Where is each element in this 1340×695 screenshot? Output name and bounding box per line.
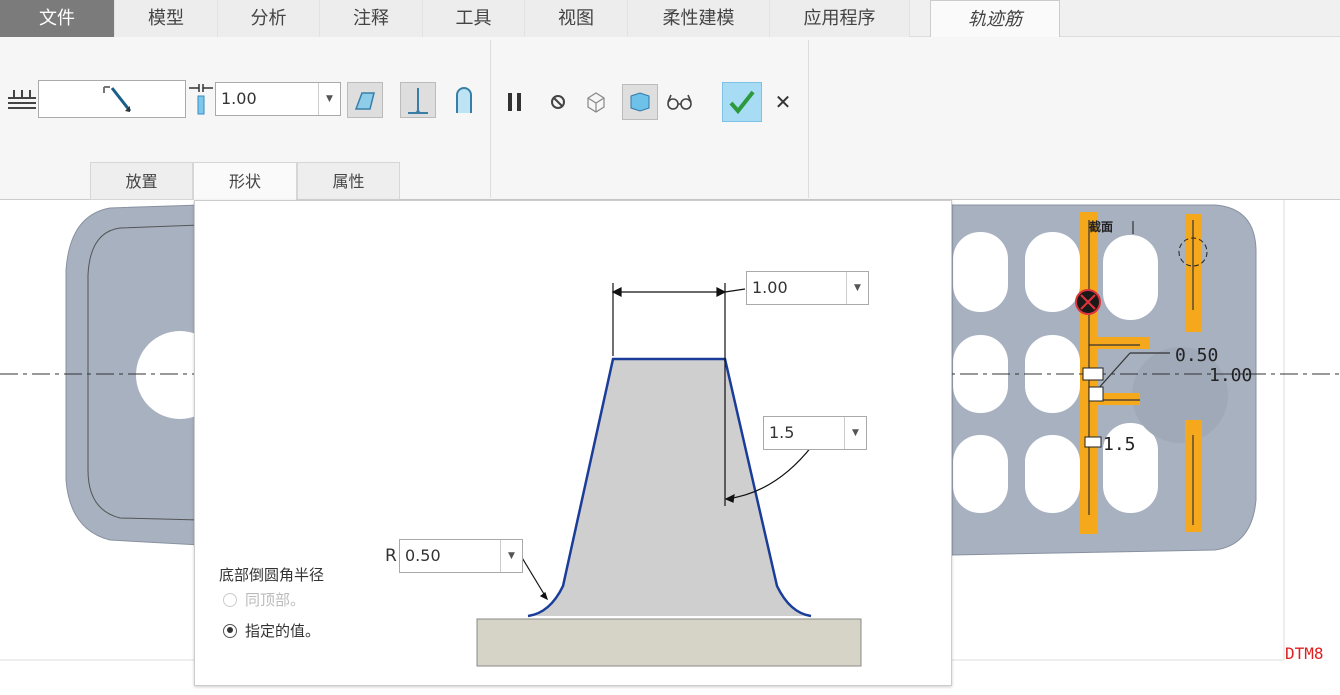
dim-label-15[interactable]: 1.5 bbox=[1103, 434, 1136, 455]
chevron-down-icon[interactable]: ▼ bbox=[318, 83, 340, 115]
datum-label: DTM8 bbox=[1285, 644, 1324, 663]
placement-side-icon[interactable] bbox=[8, 88, 36, 116]
no-preview-icon bbox=[551, 95, 565, 109]
dim-label-100[interactable]: 1.00 bbox=[1209, 365, 1252, 386]
tab-analysis[interactable]: 分析 bbox=[218, 0, 320, 37]
divider bbox=[490, 40, 491, 198]
top-width-input[interactable]: 1.00 ▼ bbox=[746, 271, 869, 305]
chevron-down-icon[interactable]: ▼ bbox=[846, 272, 868, 304]
verify-preview-button[interactable] bbox=[622, 84, 658, 120]
base-surface bbox=[476, 618, 862, 667]
ribbon-tab-bar: 文件 模型 分析 注释 工具 视图 柔性建模 应用程序 轨迹筋 bbox=[0, 0, 1340, 38]
thickness-icon bbox=[188, 84, 214, 120]
rib-section bbox=[528, 359, 811, 616]
tab-annotate[interactable]: 注释 bbox=[320, 0, 423, 37]
tab-view[interactable]: 视图 bbox=[525, 0, 628, 37]
tab-tools[interactable]: 工具 bbox=[423, 0, 525, 37]
pause-icon bbox=[508, 93, 521, 111]
radius-prefix: R bbox=[385, 546, 397, 566]
add-taper-button[interactable] bbox=[347, 82, 383, 118]
rib-profile-icon bbox=[408, 88, 428, 114]
draft-angle-value: 1.5 bbox=[769, 423, 795, 442]
radio-label: 指定的值。 bbox=[245, 622, 321, 640]
divider bbox=[808, 40, 809, 198]
checkmark-icon bbox=[729, 90, 755, 115]
thickness-value: 1.00 bbox=[221, 89, 257, 108]
section-label: 截面 bbox=[1089, 219, 1113, 234]
radio-specified-value[interactable]: 指定的值。 bbox=[223, 620, 320, 641]
subtab-placement[interactable]: 放置 bbox=[90, 162, 193, 200]
radio-circle bbox=[223, 623, 237, 638]
top-width-value: 1.00 bbox=[752, 278, 788, 297]
add-fillet-bottom-button[interactable] bbox=[400, 82, 436, 118]
shape-panel: 1.00 ▼ 1.5 ▼ R 0.50 ▼ 底部倒圆角半径 同顶部。 指定的值。 bbox=[194, 200, 952, 686]
bottom-radius-input[interactable]: 0.50 ▼ bbox=[399, 539, 523, 573]
wireframe-icon bbox=[587, 92, 605, 113]
subtab-properties[interactable]: 属性 bbox=[297, 162, 400, 200]
close-icon: ✕ bbox=[774, 90, 792, 114]
radio-same-as-top[interactable]: 同顶部。 bbox=[223, 589, 305, 610]
chevron-down-icon[interactable]: ▼ bbox=[500, 540, 522, 572]
draft-angle-input[interactable]: 1.5 ▼ bbox=[763, 416, 867, 450]
ok-button[interactable] bbox=[722, 82, 762, 122]
add-fillet-top-button[interactable] bbox=[446, 82, 482, 118]
bottom-radius-label: 底部倒圆角半径 bbox=[219, 566, 325, 584]
chevron-down-icon[interactable]: ▼ bbox=[844, 417, 866, 449]
tab-model[interactable]: 模型 bbox=[115, 0, 218, 37]
separate-preview-button[interactable] bbox=[578, 84, 614, 120]
pause-button[interactable] bbox=[497, 84, 533, 120]
round-top-icon bbox=[456, 87, 472, 113]
subtab-shape[interactable]: 形状 bbox=[193, 162, 297, 200]
flip-direction-box[interactable] bbox=[38, 80, 186, 118]
shaded-preview-icon bbox=[630, 92, 650, 112]
radio-circle bbox=[223, 592, 237, 607]
glasses-icon bbox=[667, 94, 692, 110]
preview-glasses-button[interactable] bbox=[662, 84, 698, 120]
thickness-input[interactable]: 1.00 ▼ bbox=[215, 82, 341, 116]
bottom-radius-value: 0.50 bbox=[405, 546, 441, 565]
tab-applications[interactable]: 应用程序 bbox=[770, 0, 910, 37]
tab-trajectory-rib[interactable]: 轨迹筋 bbox=[930, 0, 1060, 38]
taper-solid-icon bbox=[354, 92, 375, 110]
cancel-button[interactable]: ✕ bbox=[765, 84, 801, 120]
radio-label: 同顶部。 bbox=[245, 591, 306, 609]
flip-arrow-icon bbox=[103, 86, 132, 112]
no-preview-button[interactable] bbox=[540, 84, 576, 120]
dim-label-050[interactable]: 0.50 bbox=[1175, 345, 1218, 366]
tab-flexible-modeling[interactable]: 柔性建模 bbox=[628, 0, 770, 37]
tab-file[interactable]: 文件 bbox=[0, 0, 115, 37]
